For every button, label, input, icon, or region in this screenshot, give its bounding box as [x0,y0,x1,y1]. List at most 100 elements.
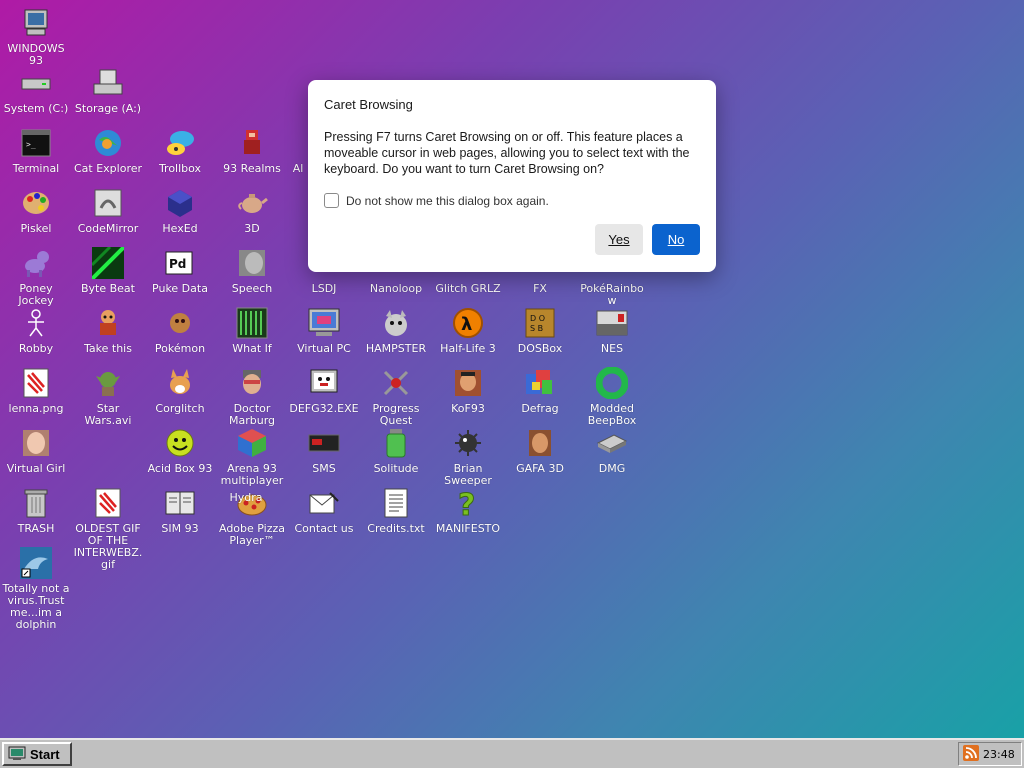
icon-label: FX [533,282,547,295]
ai-icon[interactable]: Al [288,124,308,184]
icon-label: Hydra [229,491,263,504]
icon-label: MANIFESTO [435,522,501,535]
clock: 23:48 [983,747,1015,761]
checkbox-box[interactable] [324,193,339,208]
yes-button[interactable]: Yes [595,224,643,255]
hydra-icon[interactable]: Hydra [216,472,276,504]
svg-text:λ: λ [461,314,472,335]
poney-jockey-icon[interactable]: Poney Jockey [0,244,72,307]
icon-label: Trollbox [158,162,202,175]
kof93-icon[interactable]: KoF93 [432,364,504,424]
dialog-message: Pressing F7 turns Caret Browsing on or o… [324,130,690,176]
robby-icon[interactable]: Robby [0,304,72,364]
icon-label: TRASH [17,522,55,535]
icon-label: Speech [231,282,273,295]
pokemon-icon[interactable]: Pokémon [144,304,216,364]
speech-icon[interactable]: Speech [216,244,288,304]
byte-beat-icon[interactable]: Byte Beat [72,244,144,304]
start-button[interactable]: Start [2,742,72,766]
icon-label: Adobe Pizza Player™ [218,522,286,547]
icon-label: DMG [598,462,626,475]
svg-text:>_: >_ [26,140,36,149]
brian-sweeper-icon[interactable]: Brian Sweeper [432,424,504,487]
oldest-gif-icon[interactable]: OLDEST GIF OF THE INTERWEBZ.gif [72,484,144,571]
rss-feed-icon[interactable] [963,744,979,764]
sms-icon[interactable]: SMS [288,424,360,484]
credits-txt-icon[interactable]: Credits.txt [360,484,432,544]
gafa-3d-icon[interactable]: GAFA 3D [504,424,576,484]
icon-label: Acid Box 93 [147,462,213,475]
half-life-3-icon[interactable]: λ Half-Life 3 [432,304,504,364]
virtual-girl-icon[interactable]: Virtual Girl [0,424,72,484]
icon-label: CodeMirror [77,222,139,235]
dolphin-virus-icon[interactable]: Totally not a virus.Trust me...im a dolp… [0,544,72,631]
icon-label: Pokémon [154,342,206,355]
acid-box-93-icon[interactable]: Acid Box 93 [144,424,216,484]
icon-label: Half-Life 3 [440,342,496,355]
dialog-title: Caret Browsing [324,97,413,112]
icon-label: GAFA 3D [516,462,564,475]
modded-beepbox-icon[interactable]: Modded BeepBox [576,364,648,427]
icon-label: Take this [84,342,132,355]
take-this-icon[interactable]: Take this [72,304,144,364]
icon-label: Puke Data [152,282,208,295]
dosbox-icon[interactable]: D OS B DOSBox [504,304,576,364]
doctor-marburg-icon[interactable]: Doctor Marburg [216,364,288,427]
icon-label: OLDEST GIF OF THE INTERWEBZ.gif [73,522,143,571]
icon-label: DEFG32.EXE [289,402,359,415]
puke-data-icon[interactable]: Pd Puke Data [144,244,216,304]
icon-label: Corglitch [155,402,205,415]
icon-label: Terminal [12,162,60,175]
93-realms-icon[interactable]: 93 Realms [216,124,288,184]
icon-label: Glitch GRLZ [435,282,501,295]
system-tray: 23:48 [958,742,1022,766]
lenna-png-icon[interactable]: lenna.png [0,364,72,424]
corglitch-icon[interactable]: Corglitch [144,364,216,424]
cat-explorer-icon[interactable]: Cat Explorer [72,124,144,184]
manifesto-icon[interactable]: ? MANIFESTO [432,484,504,544]
icon-label: Star Wars.avi [84,402,132,427]
nes-icon[interactable]: NES [576,304,648,364]
svg-text:?: ? [458,488,475,519]
defrag-icon[interactable]: Defrag [504,364,576,424]
sim-93-icon[interactable]: SIM 93 [144,484,216,544]
caret-browsing-dialog: Caret Browsing Pressing F7 turns Caret B… [308,80,716,272]
star-wars-avi-icon[interactable]: Star Wars.avi [72,364,144,427]
what-if-icon[interactable]: What If [216,304,288,364]
windows-logo-icon [8,745,26,764]
virtual-pc-icon[interactable]: Virtual PC [288,304,360,364]
defg32-exe-icon[interactable]: DEFG32.EXE [288,364,360,424]
hexed-icon[interactable]: HexEd [144,184,216,244]
icon-label: KoF93 [451,402,485,415]
trash-icon[interactable]: TRASH [0,484,72,544]
icon-label: System (C:) [3,102,69,115]
dont-show-again-checkbox[interactable]: Do not show me this dialog box again. [324,193,549,208]
no-button[interactable]: No [652,224,700,255]
icon-label: Robby [18,342,54,355]
icon-label: NES [600,342,624,355]
codemirror-icon[interactable]: CodeMirror [72,184,144,244]
taskbar: Start 23:48 [0,738,1024,768]
icon-label: Byte Beat [80,282,135,295]
dmg-icon[interactable]: DMG [576,424,648,484]
icon-label: Solitude [373,462,419,475]
icon-label: SIM 93 [161,522,199,535]
terminal-icon[interactable]: >_ Terminal [0,124,72,184]
hampster-icon[interactable]: HAMPSTER [360,304,432,364]
icon-label: Piskel [20,222,52,235]
icon-label: HexEd [162,222,198,235]
svg-text:D O: D O [530,314,545,323]
storage-a-drive-icon[interactable]: Storage (A:) [72,64,144,124]
windows93-icon[interactable]: WINDOWS 93 [0,4,72,67]
piskel-icon[interactable]: Piskel [0,184,72,244]
icon-label: Storage (A:) [74,102,142,115]
icon-label: Credits.txt [367,522,425,535]
icon-label: LSDJ [311,282,337,295]
trollbox-icon[interactable]: Trollbox [144,124,216,184]
icon-label: 3D [244,222,260,235]
3d-teapot-icon[interactable]: 3D [216,184,288,244]
system-c-drive-icon[interactable]: System (C:) [0,64,72,124]
contact-us-icon[interactable]: Contact us [288,484,360,544]
solitude-icon[interactable]: Solitude [360,424,432,484]
progress-quest-icon[interactable]: Progress Quest [360,364,432,427]
